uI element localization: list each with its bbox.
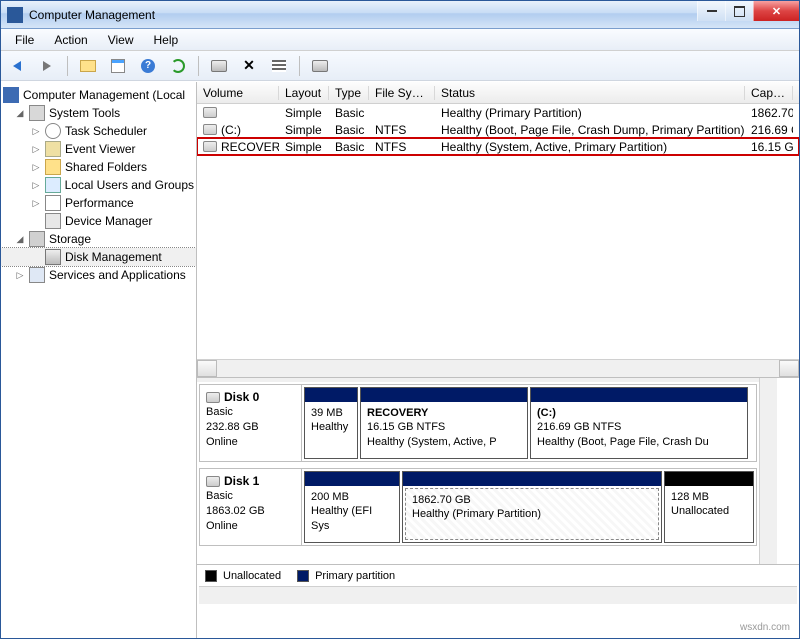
volume-row[interactable]: RECOVERYSimpleBasicNTFSHealthy (System, … — [197, 138, 799, 155]
bottom-hscrollbar[interactable] — [199, 586, 797, 604]
volume-icon — [203, 107, 217, 118]
tree-device-manager[interactable]: Device Manager — [1, 212, 196, 230]
storage-icon — [29, 231, 45, 247]
help-button[interactable]: ? — [136, 54, 160, 78]
volume-list[interactable]: Volume Layout Type File System Status Ca… — [197, 82, 799, 378]
partition[interactable]: 200 MBHealthy (EFI Sys — [304, 471, 400, 543]
arrow-left-icon — [13, 61, 21, 71]
menu-file[interactable]: File — [5, 31, 44, 49]
legend-unallocated-label: Unallocated — [223, 570, 281, 582]
toolbar: ? ✕ — [1, 51, 799, 81]
disk-vscrollbar[interactable] — [759, 378, 777, 564]
tools-icon — [29, 105, 45, 121]
refresh-button[interactable] — [166, 54, 190, 78]
partition[interactable]: 39 MBHealthy — [304, 387, 358, 459]
tree-task-scheduler[interactable]: ▷Task Scheduler — [1, 122, 196, 140]
tree-services[interactable]: ▷Services and Applications — [1, 266, 196, 284]
refresh-icon — [171, 59, 185, 73]
back-button[interactable] — [5, 54, 29, 78]
delete-icon: ✕ — [243, 57, 255, 74]
users-icon — [45, 177, 61, 193]
disk-row[interactable]: Disk 1Basic1863.02 GBOnline200 MBHealthy… — [199, 468, 757, 546]
event-icon — [45, 141, 61, 157]
watermark: wsxdn.com — [740, 622, 790, 633]
navigation-tree[interactable]: Computer Management (Local ◢System Tools… — [1, 82, 197, 638]
list-icon — [272, 60, 286, 72]
tree-event-viewer[interactable]: ▷Event Viewer — [1, 140, 196, 158]
col-type[interactable]: Type — [329, 86, 369, 100]
col-volume[interactable]: Volume — [197, 86, 279, 100]
disk-icon — [211, 60, 227, 72]
col-layout[interactable]: Layout — [279, 86, 329, 100]
volume-row[interactable]: SimpleBasicHealthy (Primary Partition)18… — [197, 104, 799, 121]
titlebar[interactable]: Computer Management — [1, 1, 799, 29]
tree-storage[interactable]: ◢Storage — [1, 230, 196, 248]
menu-help[interactable]: Help — [144, 31, 189, 49]
properties-button[interactable] — [106, 54, 130, 78]
menu-view[interactable]: View — [98, 31, 144, 49]
device-icon — [45, 213, 61, 229]
folder-icon — [45, 159, 61, 175]
legend: Unallocated Primary partition — [197, 564, 799, 586]
volume-list-header[interactable]: Volume Layout Type File System Status Ca… — [197, 82, 799, 104]
partition[interactable]: RECOVERY16.15 GB NTFSHealthy (System, Ac… — [360, 387, 528, 459]
clock-icon — [45, 123, 61, 139]
menu-bar: File Action View Help — [1, 29, 799, 51]
disk-management-icon — [45, 249, 61, 265]
computer-icon — [3, 87, 19, 103]
up-button[interactable] — [76, 54, 100, 78]
tree-shared-folders[interactable]: ▷Shared Folders — [1, 158, 196, 176]
minimize-button[interactable] — [697, 1, 725, 21]
tree-local-users[interactable]: ▷Local Users and Groups — [1, 176, 196, 194]
arrow-right-icon — [43, 61, 51, 71]
extra-button[interactable] — [308, 54, 332, 78]
app-icon — [7, 7, 23, 23]
legend-primary-key — [297, 570, 309, 582]
volume-row[interactable]: (C:)SimpleBasicNTFSHealthy (Boot, Page F… — [197, 121, 799, 138]
close-button[interactable] — [753, 1, 799, 21]
performance-icon — [45, 195, 61, 211]
tree-performance[interactable]: ▷Performance — [1, 194, 196, 212]
col-status[interactable]: Status — [435, 86, 745, 100]
menu-action[interactable]: Action — [44, 31, 97, 49]
legend-unallocated-key — [205, 570, 217, 582]
computer-management-window: Computer Management File Action View Hel… — [0, 0, 800, 639]
maximize-button[interactable] — [725, 1, 753, 21]
partition[interactable]: (C:)216.69 GB NTFSHealthy (Boot, Page Fi… — [530, 387, 748, 459]
col-capacity[interactable]: Capacit — [745, 86, 793, 100]
window-title: Computer Management — [29, 8, 697, 22]
disk-meta: Disk 0Basic232.88 GBOnline — [200, 385, 302, 461]
forward-button[interactable] — [35, 54, 59, 78]
col-filesystem[interactable]: File System — [369, 86, 435, 100]
help-icon: ? — [141, 59, 155, 73]
disk-icon — [312, 60, 328, 72]
volume-icon — [203, 124, 217, 135]
disk-meta: Disk 1Basic1863.02 GBOnline — [200, 469, 302, 545]
tree-disk-management[interactable]: Disk Management — [1, 248, 196, 266]
partition[interactable]: 128 MBUnallocated — [664, 471, 754, 543]
legend-primary-label: Primary partition — [315, 570, 395, 582]
properties-icon — [111, 59, 125, 73]
volume-icon — [203, 141, 217, 152]
disk-icon — [206, 476, 220, 487]
partition[interactable]: 1862.70 GBHealthy (Primary Partition) — [402, 471, 662, 543]
disk-icon — [206, 392, 220, 403]
tree-system-tools[interactable]: ◢System Tools — [1, 104, 196, 122]
delete-button[interactable]: ✕ — [237, 54, 261, 78]
disk-button[interactable] — [207, 54, 231, 78]
disk-row[interactable]: Disk 0Basic232.88 GBOnline39 MBHealthyRE… — [199, 384, 757, 462]
volume-hscrollbar[interactable] — [197, 359, 799, 377]
list-button[interactable] — [267, 54, 291, 78]
tree-root[interactable]: Computer Management (Local — [1, 86, 196, 104]
folder-icon — [80, 60, 96, 72]
disk-map[interactable]: Disk 0Basic232.88 GBOnline39 MBHealthyRE… — [197, 378, 759, 564]
services-icon — [29, 267, 45, 283]
